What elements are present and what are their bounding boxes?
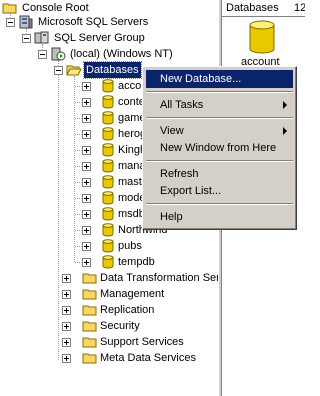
details-header: Databases 12 [222, 0, 305, 17]
menu-separator [146, 117, 293, 119]
server-running-icon [51, 47, 66, 61]
database-icon [102, 255, 114, 269]
expand-toggle[interactable] [62, 338, 71, 347]
expand-toggle[interactable] [82, 114, 91, 123]
menu-item-all-tasks[interactable]: All Tasks [146, 96, 293, 114]
tree-item-database[interactable]: tempdb [0, 254, 218, 270]
folder-icon [82, 305, 97, 316]
tree-item-database[interactable]: pubs [0, 238, 218, 254]
tree-label: Support Services [100, 336, 184, 348]
expand-toggle[interactable] [82, 82, 91, 91]
database-icon [102, 95, 114, 109]
tree-item-folder[interactable]: Data Transformation Ser [0, 270, 220, 286]
tree-label: Data Transformation Ser [100, 272, 220, 284]
database-icon [102, 79, 114, 93]
tree-item-folder[interactable]: Management [0, 286, 218, 302]
tree-label: Microsoft SQL Servers [38, 16, 149, 28]
database-icon [102, 191, 114, 205]
database-icon [102, 223, 114, 237]
database-large-icon[interactable] [248, 20, 276, 54]
menu-item-new-database[interactable]: New Database... [146, 70, 293, 88]
details-header-count: 12 [294, 2, 305, 14]
folder-icon [2, 3, 17, 14]
folder-icon [82, 337, 97, 348]
details-header-title: Databases [226, 2, 279, 14]
tree-item-folder[interactable]: Support Services [0, 334, 218, 350]
open-folder-icon [66, 65, 82, 76]
menu-item-view[interactable]: View [146, 122, 293, 140]
collapse-toggle[interactable] [38, 50, 47, 59]
expand-toggle[interactable] [82, 162, 91, 171]
menu-item-new-window[interactable]: New Window from Here [146, 139, 293, 157]
sql-servers-icon [19, 15, 33, 29]
tree-label: (local) (Windows NT) [70, 48, 173, 60]
tree-label: acco [118, 80, 142, 92]
database-icon [102, 159, 114, 173]
menu-separator [146, 91, 293, 93]
tree-label: Replication [100, 304, 155, 316]
tree-label: pubs [118, 240, 142, 252]
folder-icon [82, 353, 97, 364]
tree-label: Meta Data Services [100, 352, 196, 364]
expand-toggle[interactable] [62, 290, 71, 299]
expand-toggle[interactable] [82, 146, 91, 155]
collapse-toggle[interactable] [54, 66, 63, 75]
submenu-arrow-icon [283, 101, 287, 109]
submenu-arrow-icon [283, 127, 287, 135]
menu-item-refresh[interactable]: Refresh [146, 165, 293, 183]
tree-label: tempdb [118, 256, 155, 268]
tree-item-folder[interactable]: Security [0, 318, 218, 334]
expand-toggle[interactable] [62, 274, 71, 283]
database-icon [102, 175, 114, 189]
tree-item-folder[interactable]: Replication [0, 302, 218, 318]
tree-item-sql-servers[interactable]: Microsoft SQL Servers [0, 14, 218, 30]
tree-item-folder[interactable]: Meta Data Services [0, 350, 218, 366]
folder-icon [82, 321, 97, 332]
server-group-icon [34, 31, 49, 44]
menu-item-export-list[interactable]: Export List... [146, 182, 293, 200]
folder-icon [82, 273, 97, 284]
tree-label: SQL Server Group [54, 32, 145, 44]
menu-separator [146, 160, 293, 162]
expand-toggle[interactable] [82, 98, 91, 107]
expand-toggle[interactable] [82, 226, 91, 235]
expand-toggle[interactable] [62, 306, 71, 315]
expand-toggle[interactable] [82, 194, 91, 203]
tree-label: Databases [83, 61, 142, 79]
expand-toggle[interactable] [82, 178, 91, 187]
expand-toggle[interactable] [82, 258, 91, 267]
database-icon [102, 143, 114, 157]
tree-item-local-server[interactable]: (local) (Windows NT) [0, 46, 218, 62]
collapse-toggle[interactable] [6, 18, 15, 27]
expand-toggle[interactable] [62, 354, 71, 363]
context-menu: New Database... All Tasks View New Windo… [142, 66, 297, 230]
database-icon [102, 111, 114, 125]
folder-icon [82, 289, 97, 300]
menu-item-help[interactable]: Help [146, 208, 293, 226]
tree-label: Management [100, 288, 165, 300]
collapse-toggle[interactable] [22, 34, 31, 43]
expand-toggle[interactable] [82, 130, 91, 139]
database-icon [102, 239, 114, 253]
expand-toggle[interactable] [82, 242, 91, 251]
menu-separator [146, 203, 293, 205]
database-icon [102, 207, 114, 221]
database-icon [102, 127, 114, 141]
expand-toggle[interactable] [82, 210, 91, 219]
tree-item-server-group[interactable]: SQL Server Group [0, 30, 218, 46]
expand-toggle[interactable] [62, 322, 71, 331]
tree-label: Security [100, 320, 140, 332]
